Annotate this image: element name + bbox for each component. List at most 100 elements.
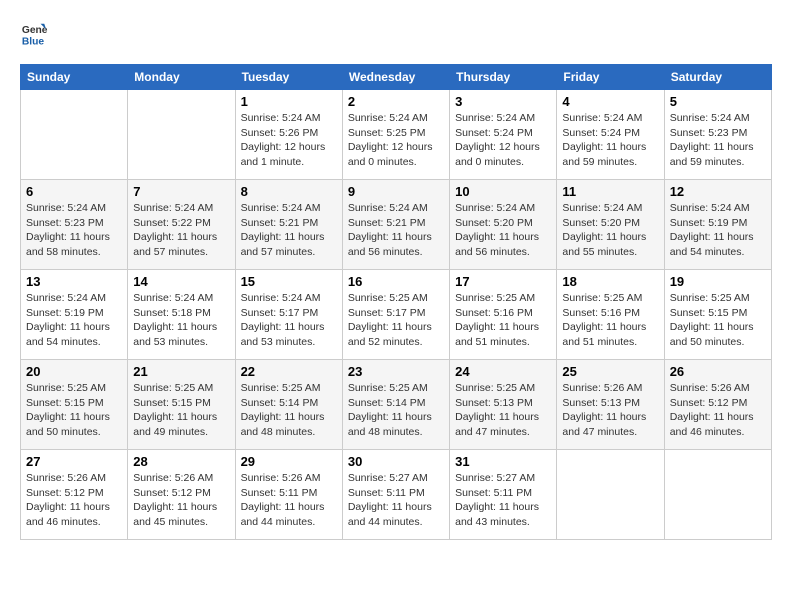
day-number: 19 [670, 274, 766, 289]
day-info: Sunrise: 5:25 AMSunset: 5:15 PMDaylight:… [670, 291, 766, 350]
calendar-cell: 17Sunrise: 5:25 AMSunset: 5:16 PMDayligh… [450, 270, 557, 360]
calendar-week-row: 13Sunrise: 5:24 AMSunset: 5:19 PMDayligh… [21, 270, 772, 360]
day-info: Sunrise: 5:25 AMSunset: 5:14 PMDaylight:… [348, 381, 444, 440]
day-info: Sunrise: 5:24 AMSunset: 5:24 PMDaylight:… [455, 111, 551, 170]
weekday-header-wednesday: Wednesday [342, 65, 449, 90]
weekday-header-saturday: Saturday [664, 65, 771, 90]
calendar-cell: 15 Sunrise: 5:24 AMSunset: 5:17 PMDayligh… [235, 270, 342, 360]
day-info: Sunrise: 5:24 AMSunset: 5:19 PMDaylight:… [26, 291, 122, 350]
day-number: 20 [26, 364, 122, 379]
day-number: 8 [241, 184, 337, 199]
day-number: 16 [348, 274, 444, 289]
calendar-cell: 2 Sunrise: 5:24 AMSunset: 5:25 PMDaylight… [342, 90, 449, 180]
logo: General Blue [20, 20, 52, 48]
weekday-header-sunday: Sunday [21, 65, 128, 90]
weekday-header-friday: Friday [557, 65, 664, 90]
day-info: Sunrise: 5:25 AMSunset: 5:15 PMDaylight:… [133, 381, 229, 440]
calendar-cell: 9 Sunrise: 5:24 AMSunset: 5:21 PMDaylight… [342, 180, 449, 270]
calendar-cell: 4Sunrise: 5:24 AMSunset: 5:24 PMDaylight… [557, 90, 664, 180]
calendar-cell: 7 Sunrise: 5:24 AMSunset: 5:22 PMDaylight… [128, 180, 235, 270]
day-info: Sunrise: 5:26 AMSunset: 5:11 PMDaylight:… [241, 471, 337, 530]
day-info: Sunrise: 5:25 AMSunset: 5:16 PMDaylight:… [562, 291, 658, 350]
day-number: 10 [455, 184, 551, 199]
calendar-cell: 21 Sunrise: 5:25 AMSunset: 5:15 PMDayligh… [128, 360, 235, 450]
day-info: Sunrise: 5:25 AMSunset: 5:15 PMDaylight:… [26, 381, 122, 440]
calendar-cell: 12 Sunrise: 5:24 AMSunset: 5:19 PMDayligh… [664, 180, 771, 270]
calendar-cell: 18 Sunrise: 5:25 AMSunset: 5:16 PMDayligh… [557, 270, 664, 360]
calendar-cell: 23 Sunrise: 5:25 AMSunset: 5:14 PMDayligh… [342, 360, 449, 450]
day-info: Sunrise: 5:25 AMSunset: 5:17 PMDaylight:… [348, 291, 444, 350]
calendar-cell [128, 90, 235, 180]
calendar-cell: 8 Sunrise: 5:24 AMSunset: 5:21 PMDaylight… [235, 180, 342, 270]
day-info: Sunrise: 5:24 AMSunset: 5:22 PMDaylight:… [133, 201, 229, 260]
calendar-cell: 28 Sunrise: 5:26 AMSunset: 5:12 PMDayligh… [128, 450, 235, 540]
calendar-cell: 11Sunrise: 5:24 AMSunset: 5:20 PMDayligh… [557, 180, 664, 270]
calendar-cell: 16 Sunrise: 5:25 AMSunset: 5:17 PMDayligh… [342, 270, 449, 360]
calendar-cell: 14Sunrise: 5:24 AMSunset: 5:18 PMDayligh… [128, 270, 235, 360]
calendar-cell: 6 Sunrise: 5:24 AMSunset: 5:23 PMDaylight… [21, 180, 128, 270]
day-info: Sunrise: 5:26 AMSunset: 5:13 PMDaylight:… [562, 381, 658, 440]
day-number: 25 [562, 364, 658, 379]
day-number: 12 [670, 184, 766, 199]
calendar-cell [557, 450, 664, 540]
weekday-header-thursday: Thursday [450, 65, 557, 90]
day-info: Sunrise: 5:26 AMSunset: 5:12 PMDaylight:… [26, 471, 122, 530]
day-number: 31 [455, 454, 551, 469]
calendar-table: SundayMondayTuesdayWednesdayThursdayFrid… [20, 64, 772, 540]
day-info: Sunrise: 5:25 AMSunset: 5:13 PMDaylight:… [455, 381, 551, 440]
weekday-header-tuesday: Tuesday [235, 65, 342, 90]
day-info: Sunrise: 5:25 AMSunset: 5:16 PMDaylight:… [455, 291, 551, 350]
day-number: 6 [26, 184, 122, 199]
day-info: Sunrise: 5:26 AMSunset: 5:12 PMDaylight:… [670, 381, 766, 440]
calendar-cell: 26 Sunrise: 5:26 AMSunset: 5:12 PMDayligh… [664, 360, 771, 450]
weekday-header-row: SundayMondayTuesdayWednesdayThursdayFrid… [21, 65, 772, 90]
svg-text:Blue: Blue [22, 36, 45, 47]
day-info: Sunrise: 5:24 AMSunset: 5:19 PMDaylight:… [670, 201, 766, 260]
calendar-week-row: 27 Sunrise: 5:26 AMSunset: 5:12 PMDayligh… [21, 450, 772, 540]
day-info: Sunrise: 5:25 AMSunset: 5:14 PMDaylight:… [241, 381, 337, 440]
calendar-cell: 25 Sunrise: 5:26 AMSunset: 5:13 PMDayligh… [557, 360, 664, 450]
calendar-cell: 5Sunrise: 5:24 AMSunset: 5:23 PMDaylight… [664, 90, 771, 180]
calendar-cell: 3 Sunrise: 5:24 AMSunset: 5:24 PMDaylight… [450, 90, 557, 180]
day-info: Sunrise: 5:24 AMSunset: 5:21 PMDaylight:… [241, 201, 337, 260]
day-info: Sunrise: 5:27 AMSunset: 5:11 PMDaylight:… [348, 471, 444, 530]
day-info: Sunrise: 5:26 AMSunset: 5:12 PMDaylight:… [133, 471, 229, 530]
day-number: 27 [26, 454, 122, 469]
calendar-cell: 22 Sunrise: 5:25 AMSunset: 5:14 PMDayligh… [235, 360, 342, 450]
calendar-cell: 27 Sunrise: 5:26 AMSunset: 5:12 PMDayligh… [21, 450, 128, 540]
day-number: 28 [133, 454, 229, 469]
day-number: 24 [455, 364, 551, 379]
day-number: 30 [348, 454, 444, 469]
day-info: Sunrise: 5:27 AMSunset: 5:11 PMDaylight:… [455, 471, 551, 530]
logo-icon: General Blue [20, 20, 48, 48]
calendar-cell: 19 Sunrise: 5:25 AMSunset: 5:15 PMDayligh… [664, 270, 771, 360]
day-number: 4 [562, 94, 658, 109]
day-number: 9 [348, 184, 444, 199]
day-info: Sunrise: 5:24 AMSunset: 5:26 PMDaylight:… [241, 111, 337, 170]
day-number: 1 [241, 94, 337, 109]
day-number: 2 [348, 94, 444, 109]
day-info: Sunrise: 5:24 AMSunset: 5:25 PMDaylight:… [348, 111, 444, 170]
calendar-cell: 13Sunrise: 5:24 AMSunset: 5:19 PMDayligh… [21, 270, 128, 360]
day-number: 21 [133, 364, 229, 379]
day-info: Sunrise: 5:24 AMSunset: 5:23 PMDaylight:… [26, 201, 122, 260]
day-info: Sunrise: 5:24 AMSunset: 5:17 PMDaylight:… [241, 291, 337, 350]
day-number: 29 [241, 454, 337, 469]
calendar-cell: 29 Sunrise: 5:26 AMSunset: 5:11 PMDayligh… [235, 450, 342, 540]
page-header: General Blue [20, 20, 772, 48]
day-number: 18 [562, 274, 658, 289]
day-info: Sunrise: 5:24 AMSunset: 5:20 PMDaylight:… [562, 201, 658, 260]
day-number: 7 [133, 184, 229, 199]
day-number: 14 [133, 274, 229, 289]
calendar-cell: 10 Sunrise: 5:24 AMSunset: 5:20 PMDayligh… [450, 180, 557, 270]
calendar-cell [21, 90, 128, 180]
day-info: Sunrise: 5:24 AMSunset: 5:21 PMDaylight:… [348, 201, 444, 260]
day-number: 3 [455, 94, 551, 109]
calendar-cell: 24 Sunrise: 5:25 AMSunset: 5:13 PMDayligh… [450, 360, 557, 450]
day-number: 23 [348, 364, 444, 379]
day-info: Sunrise: 5:24 AMSunset: 5:20 PMDaylight:… [455, 201, 551, 260]
day-number: 26 [670, 364, 766, 379]
weekday-header-monday: Monday [128, 65, 235, 90]
day-number: 22 [241, 364, 337, 379]
day-number: 15 [241, 274, 337, 289]
